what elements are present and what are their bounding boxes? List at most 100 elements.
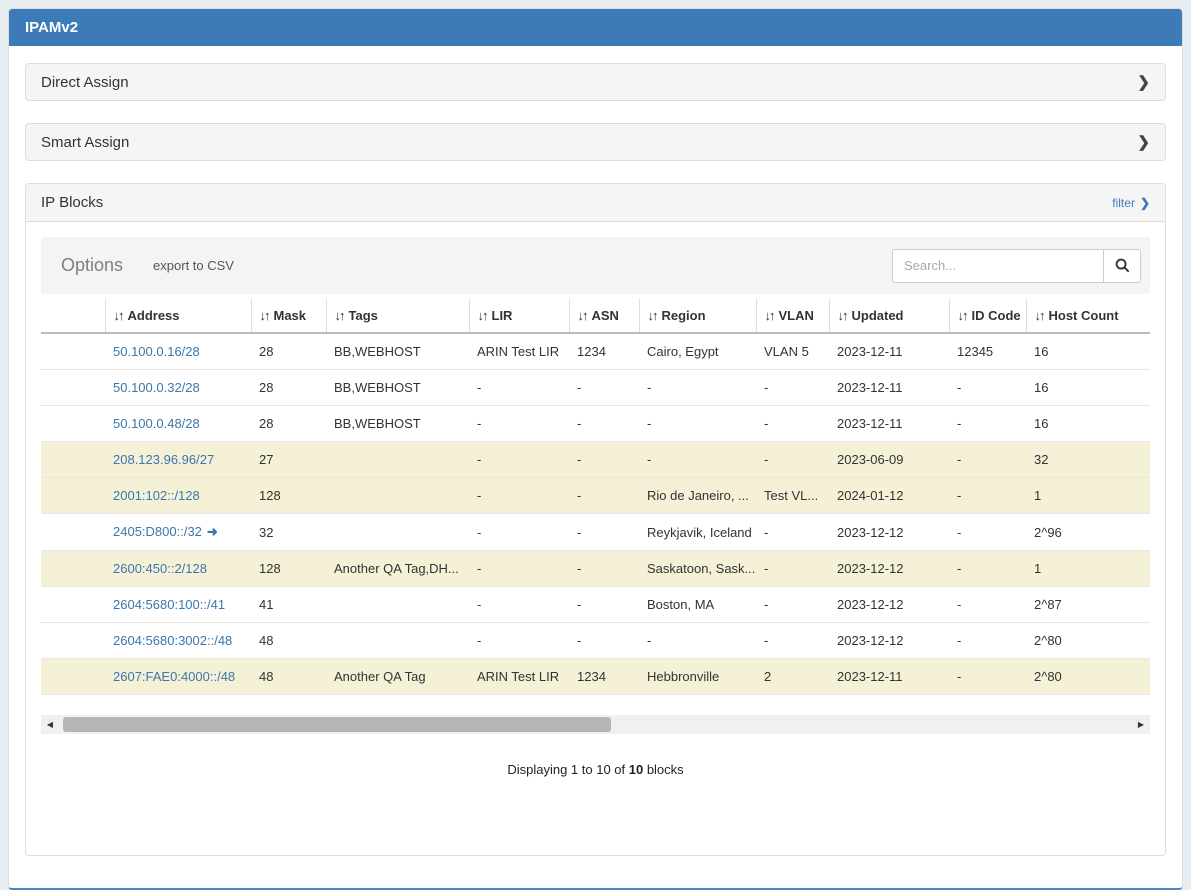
export-csv-link[interactable]: export to CSV xyxy=(153,258,234,273)
sort-icon: ↓↑ xyxy=(114,308,123,323)
scrollbar-thumb[interactable] xyxy=(63,717,611,732)
cell-mask: 41 xyxy=(251,587,326,623)
cell-spacer xyxy=(41,659,105,695)
column-header-mask[interactable]: ↓↑Mask xyxy=(251,299,326,333)
cell-mask: 28 xyxy=(251,406,326,442)
cell-tags: BB,WEBHOST xyxy=(326,333,469,370)
cell-host-count: 2^96 xyxy=(1026,514,1150,551)
cell-address: 2600:450::2/128 xyxy=(105,551,251,587)
column-header-lir[interactable]: ↓↑LIR xyxy=(469,299,569,333)
address-link[interactable]: 2607:FAE0:4000::/48 xyxy=(113,669,235,684)
cell-asn: - xyxy=(569,623,639,659)
app-header: IPAMv2 xyxy=(9,9,1182,46)
cell-updated: 2023-12-11 xyxy=(829,406,949,442)
cell-asn: - xyxy=(569,442,639,478)
address-link[interactable]: 2604:5680:100::/41 xyxy=(113,597,225,612)
column-header-region[interactable]: ↓↑Region xyxy=(639,299,756,333)
horizontal-scrollbar[interactable]: ◀ ▶ xyxy=(41,715,1150,734)
cell-lir: - xyxy=(469,514,569,551)
cell-id-code: - xyxy=(949,406,1026,442)
sort-icon: ↓↑ xyxy=(648,308,657,323)
cell-host-count: 16 xyxy=(1026,370,1150,406)
column-header-asn[interactable]: ↓↑ASN xyxy=(569,299,639,333)
cell-updated: 2023-06-09 xyxy=(829,442,949,478)
address-link[interactable]: 2604:5680:3002::/48 xyxy=(113,633,232,648)
ip-blocks-label: IP Blocks xyxy=(41,194,103,211)
cell-lir: - xyxy=(469,623,569,659)
table-row: 2607:FAE0:4000::/4848Another QA TagARIN … xyxy=(41,659,1150,695)
filter-link[interactable]: filter ❯ xyxy=(1112,196,1150,210)
address-link[interactable]: 2001:102::/128 xyxy=(113,488,200,503)
address-link[interactable]: 2600:450::2/128 xyxy=(113,561,207,576)
column-header-id-code[interactable]: ↓↑ID Code xyxy=(949,299,1026,333)
address-link[interactable]: 208.123.96.96/27 xyxy=(113,452,214,467)
pagination-status: Displaying 1 to 10 of 10 blocks xyxy=(41,762,1150,777)
sort-icon: ↓↑ xyxy=(578,308,587,323)
main-content: Direct Assign ❯ Smart Assign ❯ IP Blocks… xyxy=(9,46,1182,888)
options-bar: Options export to CSV xyxy=(41,237,1150,294)
cell-address: 208.123.96.96/27 xyxy=(105,442,251,478)
column-header-address[interactable]: ↓↑Address xyxy=(105,299,251,333)
table-row: 208.123.96.96/2727----2023-06-09-32 xyxy=(41,442,1150,478)
cell-vlan: - xyxy=(756,370,829,406)
table-row: 50.100.0.32/2828BB,WEBHOST----2023-12-11… xyxy=(41,370,1150,406)
cell-spacer xyxy=(41,623,105,659)
column-header-host-count[interactable]: ↓↑Host Count xyxy=(1026,299,1150,333)
cell-id-code: - xyxy=(949,442,1026,478)
table-header-row: ↓↑Address↓↑Mask↓↑Tags↓↑LIR↓↑ASN↓↑Region↓… xyxy=(41,299,1150,333)
cell-asn: - xyxy=(569,514,639,551)
cell-updated: 2023-12-12 xyxy=(829,623,949,659)
smart-assign-panel[interactable]: Smart Assign ❯ xyxy=(25,123,1166,161)
app-container: IPAMv2 Direct Assign ❯ Smart Assign ❯ IP… xyxy=(8,8,1183,890)
cell-id-code: - xyxy=(949,659,1026,695)
cell-updated: 2023-12-12 xyxy=(829,587,949,623)
table-row: 2600:450::2/128128Another QA Tag,DH...--… xyxy=(41,551,1150,587)
cell-address: 50.100.0.32/28 xyxy=(105,370,251,406)
direct-assign-label: Direct Assign xyxy=(41,74,129,91)
cell-region: - xyxy=(639,442,756,478)
sort-icon: ↓↑ xyxy=(958,308,967,323)
ip-blocks-table: ↓↑Address↓↑Mask↓↑Tags↓↑LIR↓↑ASN↓↑Region↓… xyxy=(41,299,1150,695)
cell-tags: BB,WEBHOST xyxy=(326,406,469,442)
column-header-updated[interactable]: ↓↑Updated xyxy=(829,299,949,333)
search-icon xyxy=(1115,258,1130,273)
cell-spacer xyxy=(41,514,105,551)
cell-vlan: - xyxy=(756,406,829,442)
cell-vlan: - xyxy=(756,514,829,551)
cell-region: - xyxy=(639,623,756,659)
cell-updated: 2023-12-11 xyxy=(829,333,949,370)
cell-lir: - xyxy=(469,406,569,442)
table-row: 2001:102::/128128--Rio de Janeiro, ...Te… xyxy=(41,478,1150,514)
cell-address: 2405:D800::/32➜ xyxy=(105,514,251,551)
table-body: 50.100.0.16/2828BB,WEBHOSTARIN Test LIR1… xyxy=(41,333,1150,695)
cell-id-code: - xyxy=(949,478,1026,514)
cell-tags xyxy=(326,514,469,551)
direct-assign-panel[interactable]: Direct Assign ❯ xyxy=(25,63,1166,101)
cell-updated: 2023-12-11 xyxy=(829,370,949,406)
address-link[interactable]: 50.100.0.48/28 xyxy=(113,416,200,431)
search-input[interactable] xyxy=(892,249,1104,283)
cell-address: 50.100.0.16/28 xyxy=(105,333,251,370)
cell-spacer xyxy=(41,333,105,370)
cell-vlan: - xyxy=(756,623,829,659)
search-group xyxy=(892,249,1141,283)
cell-host-count: 1 xyxy=(1026,478,1150,514)
address-link[interactable]: 2405:D800::/32 xyxy=(113,524,202,539)
search-button[interactable] xyxy=(1104,249,1141,283)
column-header-spacer xyxy=(41,299,105,333)
table-row: 2604:5680:100::/4141--Boston, MA-2023-12… xyxy=(41,587,1150,623)
cell-address: 2607:FAE0:4000::/48 xyxy=(105,659,251,695)
cell-spacer xyxy=(41,587,105,623)
column-header-tags[interactable]: ↓↑Tags xyxy=(326,299,469,333)
cell-address: 50.100.0.48/28 xyxy=(105,406,251,442)
cell-mask: 128 xyxy=(251,551,326,587)
ip-blocks-header: IP Blocks filter ❯ xyxy=(26,184,1165,222)
cell-asn: - xyxy=(569,587,639,623)
cell-lir: - xyxy=(469,442,569,478)
column-header-vlan[interactable]: ↓↑VLAN xyxy=(756,299,829,333)
cell-mask: 28 xyxy=(251,370,326,406)
address-link[interactable]: 50.100.0.32/28 xyxy=(113,380,200,395)
scroll-left-icon[interactable]: ◀ xyxy=(41,720,59,729)
scroll-right-icon[interactable]: ▶ xyxy=(1132,720,1150,729)
address-link[interactable]: 50.100.0.16/28 xyxy=(113,344,200,359)
